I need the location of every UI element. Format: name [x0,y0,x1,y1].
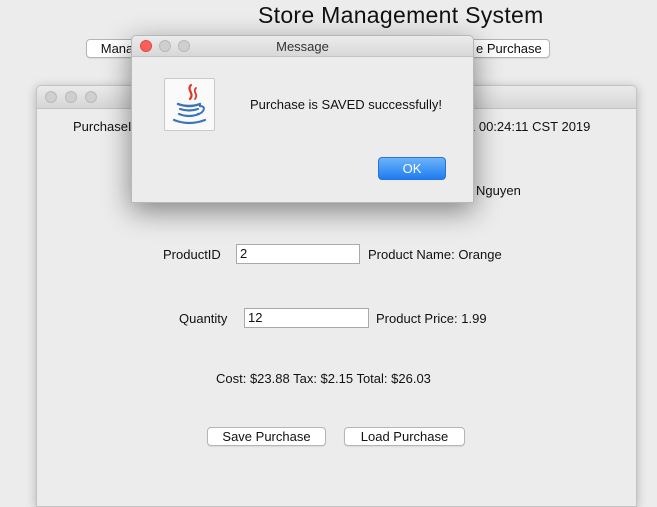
product-name-text: Product Name: Orange [368,247,502,262]
purchase-id-label: PurchaseI [73,119,132,134]
ok-button[interactable]: OK [378,157,446,180]
purchase-button[interactable]: e Purchase [462,39,550,58]
message-dialog: Message Purchase is SAVED successfully! … [131,35,474,203]
load-purchase-label: Load Purchase [360,429,449,444]
quantity-input[interactable]: 12 [244,308,369,328]
java-icon [164,78,215,131]
product-price-text: Product Price: 1.99 [376,311,487,326]
product-id-label: ProductID [163,247,221,262]
dialog-title: Message [276,39,329,54]
load-purchase-button[interactable]: Load Purchase [344,427,465,446]
cost-summary-text: Cost: $23.88 Tax: $2.15 Total: $26.03 [216,371,431,386]
dialog-message: Purchase is SAVED successfully! [250,97,442,112]
product-id-input[interactable]: 2 [236,244,360,264]
purchase-button-label: e Purchase [476,41,542,56]
save-purchase-button[interactable]: Save Purchase [207,427,326,446]
close-window-button[interactable] [45,91,57,103]
app-title: Store Management System [258,2,544,28]
zoom-window-button[interactable] [85,91,97,103]
save-purchase-label: Save Purchase [222,429,311,444]
quantity-label: Quantity [179,311,228,326]
customer-name-text: Nguyen [476,183,521,198]
minimize-window-button[interactable] [65,91,77,103]
purchase-date-text: 1 00:24:11 CST 2019 [468,119,591,134]
dialog-titlebar[interactable]: Message [132,36,473,57]
ok-button-label: OK [402,161,422,176]
manage-button-label: Mana [100,41,134,56]
